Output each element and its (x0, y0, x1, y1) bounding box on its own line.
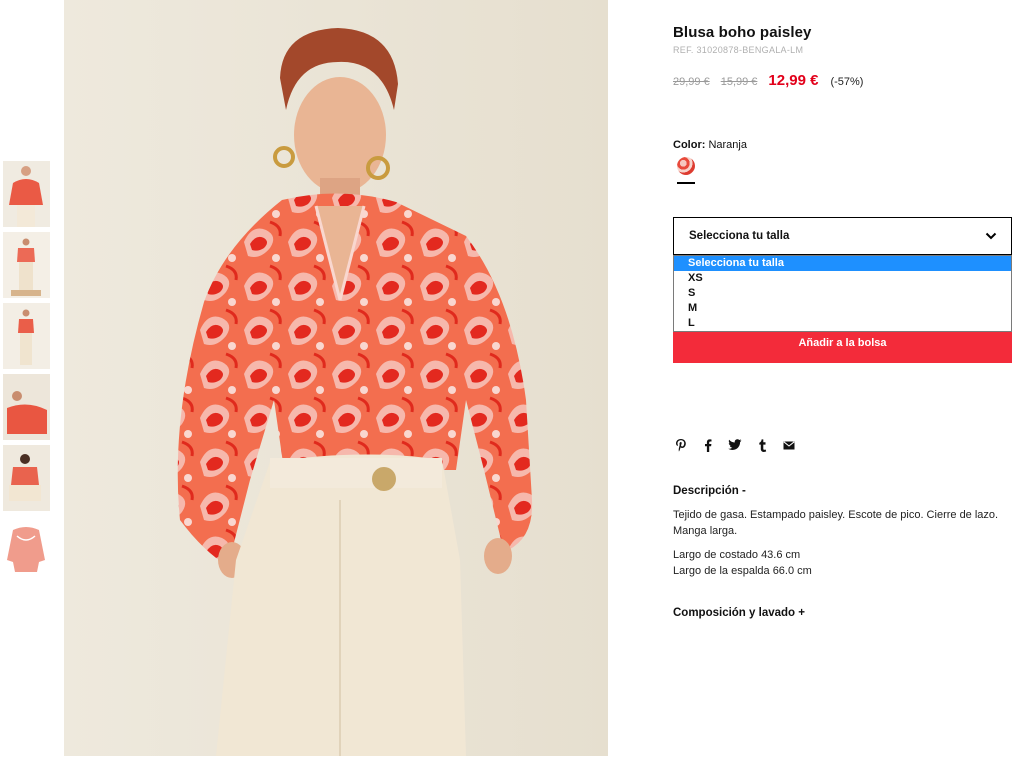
size-option[interactable]: S (674, 286, 1011, 301)
color-value: Naranja (708, 139, 747, 151)
size-option[interactable]: Selecciona tu talla (674, 256, 1011, 271)
thumbnail-3[interactable] (3, 303, 50, 369)
measure-back-length: Largo de la espalda 66.0 cm (673, 564, 812, 577)
discount-badge: (-57%) (830, 76, 864, 88)
size-dropdown-list: Selecciona tu talla XS S M L (673, 255, 1012, 332)
product-title: Blusa boho paisley (673, 24, 812, 41)
tumblr-icon[interactable] (754, 437, 770, 453)
chevron-down-icon (985, 232, 997, 240)
product-reference: REF. 31020878-BENGALA-LM (673, 45, 804, 55)
twitter-icon[interactable] (727, 437, 743, 453)
measure-side-length: Largo de costado 43.6 cm (673, 549, 801, 561)
thumbnail-gallery (3, 161, 51, 587)
thumbnail-4[interactable] (3, 374, 50, 440)
swatch-selected-indicator (677, 182, 695, 184)
thumbnail-1[interactable] (3, 161, 50, 227)
share-icons (673, 437, 808, 453)
color-label: Color: (673, 139, 706, 151)
size-option[interactable]: XS (674, 271, 1011, 286)
thumbnail-6[interactable] (3, 516, 50, 582)
measurements: Largo de costado 43.6 cm Largo de la esp… (673, 548, 812, 579)
size-select[interactable]: Selecciona tu talla (673, 217, 1012, 255)
description-text: Tejido de gasa. Estampado paisley. Escot… (673, 509, 999, 537)
composition-heading[interactable]: Composición y lavado + (673, 607, 805, 619)
color-label-row: Color: Naranja (673, 139, 747, 151)
add-to-bag-button[interactable]: Añadir a la bolsa (673, 330, 1012, 363)
size-option[interactable]: M (674, 301, 1011, 316)
size-option[interactable]: L (674, 316, 1011, 331)
pinterest-icon[interactable] (673, 437, 689, 453)
price-row: 29,99 € 15,99 € 12,99 € (-57%) (673, 72, 863, 89)
email-icon[interactable] (781, 437, 797, 453)
price-sale: 12,99 € (768, 72, 819, 89)
thumbnail-5[interactable] (3, 445, 50, 511)
product-main-image[interactable] (64, 0, 608, 756)
size-select-label: Selecciona tu talla (689, 230, 790, 242)
color-swatch-naranja[interactable] (677, 157, 695, 175)
price-previous: 15,99 € (720, 76, 758, 88)
facebook-icon[interactable] (700, 437, 716, 453)
thumbnail-2[interactable] (3, 232, 50, 298)
price-original: 29,99 € (673, 76, 710, 88)
description-heading[interactable]: Descripción - (673, 485, 746, 497)
